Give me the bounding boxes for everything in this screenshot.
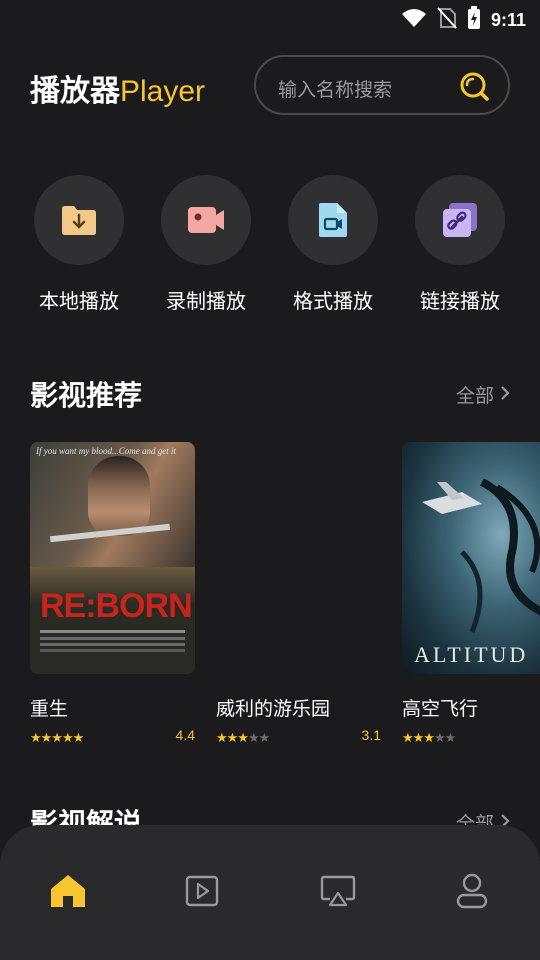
- tab-home[interactable]: [46, 871, 90, 915]
- movie-rating: ★★★★★ 3.1: [216, 727, 381, 746]
- quick-local-play[interactable]: 本地播放: [34, 175, 124, 314]
- tab-profile[interactable]: [450, 871, 494, 915]
- movie-card[interactable]: If you want my blood...Come and get it R…: [30, 442, 195, 746]
- movie-score: 3.1: [361, 727, 381, 743]
- more-label: 全部: [455, 385, 494, 407]
- link-icon: [415, 175, 505, 265]
- poster-tagline: If you want my blood...Come and get it: [36, 446, 176, 456]
- video-camera-icon: [161, 175, 251, 265]
- movie-card[interactable]: ALTITUD 高空飞行 ★★★★★: [402, 442, 540, 745]
- quick-label: 本地播放: [39, 289, 119, 313]
- status-time: 9:11: [490, 9, 526, 30]
- tab-cast[interactable]: [316, 871, 360, 915]
- movie-title: 威利的游乐园: [216, 698, 331, 720]
- quick-label: 格式播放: [293, 289, 373, 313]
- user-icon: [456, 873, 488, 913]
- movie-title: 高空飞行: [402, 698, 479, 720]
- star-rating: ★★★★★: [30, 731, 84, 746]
- quick-record-play[interactable]: 录制播放: [161, 175, 251, 314]
- quick-format-play[interactable]: 格式播放: [288, 175, 378, 314]
- play-square-icon: [185, 875, 219, 911]
- tab-player[interactable]: [180, 871, 224, 915]
- poster-text: RE:BORN: [40, 587, 193, 625]
- movie-score: 4.4: [175, 727, 195, 743]
- search-icon[interactable]: [458, 70, 490, 106]
- movie-rating: ★★★★★ 4.4: [30, 727, 195, 746]
- format-file-icon: [288, 175, 378, 265]
- battery-charging-icon: [467, 6, 481, 34]
- star-rating: ★★★★★: [402, 731, 456, 745]
- bottom-tab-bar: [0, 825, 540, 960]
- movie-poster[interactable]: [216, 442, 381, 674]
- download-folder-icon: [34, 175, 124, 265]
- search-input[interactable]: 输入名称搜索: [254, 55, 510, 115]
- movie-rating: ★★★★★: [402, 727, 540, 745]
- wifi-icon: [401, 8, 427, 32]
- app-title-cn: 播放器: [30, 74, 120, 109]
- star-rating: ★★★★★: [216, 731, 270, 746]
- movie-card[interactable]: 威利的游乐园 ★★★★★ 3.1: [216, 442, 381, 746]
- more-recommend-button[interactable]: 全部: [456, 381, 510, 408]
- quick-label: 录制播放: [166, 289, 246, 313]
- search-placeholder: 输入名称搜索: [278, 79, 393, 101]
- app-title-en: Player: [120, 75, 206, 108]
- status-bar: 9:11: [0, 0, 540, 36]
- section-title-recommend: 影视推荐: [30, 379, 143, 412]
- chevron-right-icon: [500, 384, 510, 406]
- poster-text: ALTITUD: [414, 642, 529, 667]
- quick-link-play[interactable]: 链接播放: [415, 175, 505, 314]
- movie-title: 重生: [30, 698, 69, 720]
- movie-poster[interactable]: ALTITUD: [402, 442, 540, 674]
- screen-cast-icon: [320, 875, 356, 911]
- quick-label: 链接播放: [420, 289, 500, 313]
- home-icon: [50, 874, 86, 912]
- movie-poster[interactable]: If you want my blood...Come and get it R…: [30, 442, 195, 674]
- no-sim-icon: [437, 7, 457, 33]
- app-title: 播放器Player: [30, 66, 205, 110]
